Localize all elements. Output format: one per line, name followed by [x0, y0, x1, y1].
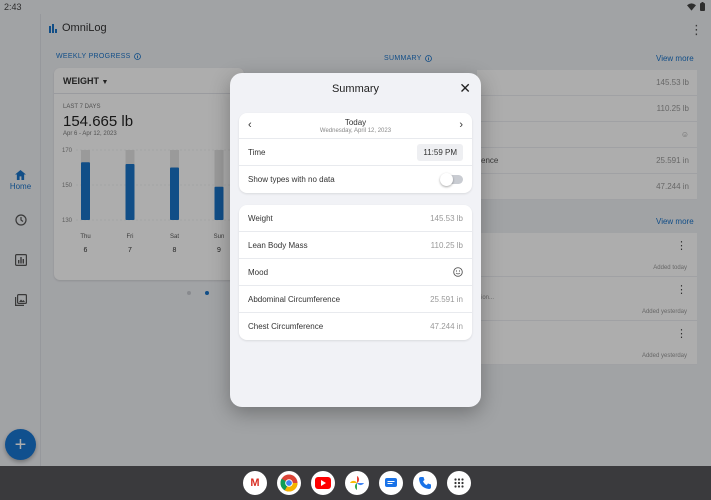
messages-icon[interactable] — [379, 471, 403, 495]
row-value: 145.53 lb — [430, 214, 463, 223]
date-main: Today — [344, 118, 367, 127]
time-row: Time 11:59 PM — [239, 139, 472, 166]
app-dock: M — [243, 471, 471, 495]
row-label: Mood — [248, 268, 269, 277]
show-types-label: Show types with no data — [248, 175, 335, 184]
gmail-icon[interactable]: M — [243, 471, 267, 495]
row-label: Abdominal Circumference — [248, 295, 341, 304]
phone-icon[interactable] — [413, 471, 437, 495]
time-label: Time — [248, 148, 266, 157]
summary-dialog: Summary ✕ ‹ Today Wednesday, April 12, 2… — [230, 73, 481, 407]
app-drawer-icon[interactable] — [447, 471, 471, 495]
row-value: 110.25 lb — [430, 241, 463, 250]
dialog-title: Summary — [331, 83, 380, 95]
youtube-icon[interactable] — [311, 471, 335, 495]
photos-logo — [350, 476, 364, 490]
date-time-panel: ‹ Today Wednesday, April 12, 2023 › Time… — [239, 113, 472, 193]
messages-logo — [385, 478, 397, 487]
phone-logo — [419, 477, 431, 489]
taskbar: M — [0, 466, 711, 500]
app-grid-icon — [454, 478, 464, 488]
summary-row-abdominal-circumference[interactable]: Abdominal Circumference 25.591 in — [239, 286, 472, 313]
chrome-icon[interactable] — [277, 471, 301, 495]
chevron-right-icon[interactable]: › — [459, 119, 463, 131]
row-label: Chest Circumference — [248, 322, 324, 331]
summary-row-weight[interactable]: Weight 145.53 lb — [239, 205, 472, 232]
youtube-logo — [315, 477, 331, 489]
row-label: Weight — [248, 214, 273, 223]
show-empty-types-row: Show types with no data — [239, 166, 472, 193]
row-value: 25.591 in — [430, 295, 463, 304]
date-selector: ‹ Today Wednesday, April 12, 2023 › — [239, 113, 472, 139]
chrome-logo — [280, 474, 298, 492]
row-value: 47.244 in — [430, 322, 463, 331]
photos-icon[interactable] — [345, 471, 369, 495]
show-types-toggle[interactable] — [440, 173, 463, 186]
close-icon[interactable]: ✕ — [459, 81, 471, 95]
summary-row-lean-body-mass[interactable]: Lean Body Mass 110.25 lb — [239, 232, 472, 259]
mood-smile-icon — [453, 267, 463, 277]
row-label: Lean Body Mass — [248, 241, 308, 250]
date-sub: Wednesday, April 12, 2023 — [319, 128, 392, 134]
summary-row-mood[interactable]: Mood — [239, 259, 472, 286]
summary-values-panel: Weight 145.53 lb Lean Body Mass 110.25 l… — [239, 205, 472, 340]
summary-row-chest-circumference[interactable]: Chest Circumference 47.244 in — [239, 313, 472, 340]
time-picker-button[interactable]: 11:59 PM — [417, 144, 463, 161]
toggle-knob — [440, 173, 453, 186]
